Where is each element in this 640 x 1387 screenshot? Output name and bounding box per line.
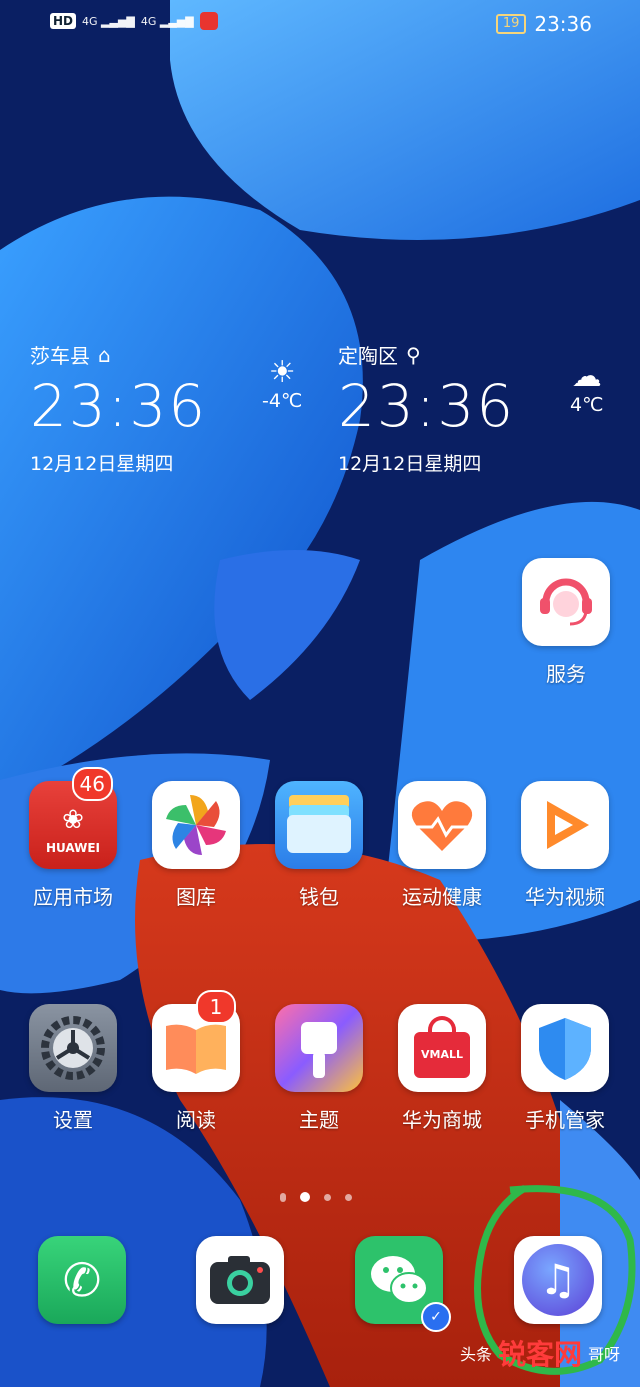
- page-dot: [324, 1193, 331, 1201]
- app-label: 华为商城: [402, 1108, 482, 1132]
- camera-icon: [210, 1256, 270, 1304]
- app-label: 设置: [53, 1108, 93, 1132]
- app-video[interactable]: 华为视频: [510, 781, 620, 910]
- app-settings[interactable]: 设置: [18, 1004, 128, 1133]
- page-indicator[interactable]: [280, 1192, 352, 1202]
- app-phone-manager[interactable]: 手机管家: [510, 1004, 620, 1133]
- app-vmall[interactable]: VMALL 华为商城: [387, 1004, 497, 1133]
- sunset-icon: ☀: [268, 355, 296, 390]
- gallery-pinwheel-icon: [152, 781, 240, 869]
- wallpaper: [0, 0, 640, 1387]
- weather-home[interactable]: ☀ -4℃: [262, 355, 303, 413]
- book-icon: 1: [152, 990, 240, 1092]
- app-label: 阅读: [176, 1108, 216, 1132]
- huawei-logo-icon: ❀ HUAWEI 46: [29, 767, 117, 869]
- wallet-icon: [275, 781, 363, 869]
- clock-widget-location[interactable]: 定陶区 ⚲ 23:36 12月12日星期四: [338, 340, 515, 476]
- app-app-market[interactable]: ❀ HUAWEI 46 应用市场: [18, 767, 128, 910]
- status-bar: HD 4G ▂▃▅▇ 4G ▂▃▅▇ 19 23:36: [0, 0, 640, 48]
- weather-location[interactable]: ☁ 4℃: [570, 359, 604, 417]
- app-label: 服务: [546, 662, 586, 686]
- location-pin-icon: ⚲: [406, 342, 421, 367]
- gear-icon: [29, 1004, 117, 1092]
- verified-badge-icon: ✓: [421, 1302, 451, 1332]
- cloud-icon: ☁: [571, 359, 602, 394]
- clock-time: 23:36: [30, 372, 208, 440]
- watermark: 头条 锐客网 哥呀: [459, 1338, 620, 1371]
- app-reader[interactable]: 1 阅读: [141, 990, 251, 1133]
- city-name: 定陶区: [338, 344, 398, 368]
- status-time: 23:36: [534, 12, 592, 36]
- service-icon: [522, 558, 610, 646]
- city-name: 莎车县: [30, 344, 90, 368]
- app-themes[interactable]: 主题: [264, 1004, 374, 1133]
- shield-icon: [521, 1004, 609, 1092]
- paintbrush-icon: [275, 1004, 363, 1092]
- weather-temp: 4℃: [570, 394, 604, 416]
- app-label: 主题: [299, 1108, 339, 1132]
- app-label: 图库: [176, 885, 216, 909]
- app-label: 手机管家: [525, 1108, 605, 1132]
- dock-wechat-app[interactable]: ✓: [355, 1236, 451, 1332]
- hd-voice-icon: HD: [50, 13, 77, 29]
- clock-date: 12月12日星期四: [338, 453, 482, 475]
- page-dot: [345, 1193, 352, 1201]
- app-gallery[interactable]: 图库: [141, 781, 251, 910]
- dock-phone-app[interactable]: ✆: [38, 1236, 126, 1324]
- video-play-icon: [521, 781, 609, 869]
- signal-icon-1: 4G ▂▃▅▇: [82, 14, 135, 28]
- shopping-bag-icon: VMALL: [398, 1004, 486, 1092]
- app-health[interactable]: 运动健康: [387, 781, 497, 910]
- page-dot-active: [300, 1192, 310, 1202]
- weather-temp: -4℃: [262, 390, 303, 412]
- heart-icon: [398, 781, 486, 869]
- phone-icon: ✆: [62, 1253, 102, 1307]
- app-label: 华为视频: [525, 885, 605, 909]
- app-wallet[interactable]: 钱包: [264, 781, 374, 910]
- app-label: 运动健康: [402, 885, 482, 909]
- home-icon: ⌂: [98, 342, 111, 367]
- app-label: 钱包: [299, 885, 339, 909]
- clock-time: 23:36: [338, 372, 516, 440]
- signal-icon-2: 4G ▂▃▅▇: [140, 14, 194, 28]
- battery-icon: 19: [495, 14, 527, 34]
- app-service[interactable]: 服务: [511, 558, 621, 687]
- search-dot: [280, 1192, 286, 1202]
- app-notification-icon: [199, 12, 218, 30]
- clock-date: 12月12日星期四: [30, 453, 174, 475]
- notification-badge: 1: [196, 990, 236, 1024]
- notification-badge: 46: [71, 767, 113, 801]
- app-label: 应用市场: [33, 885, 113, 909]
- dock-camera-app[interactable]: [196, 1236, 284, 1324]
- clock-widget-home[interactable]: 莎车县 ⌂ 23:36 12月12日星期四: [30, 340, 207, 476]
